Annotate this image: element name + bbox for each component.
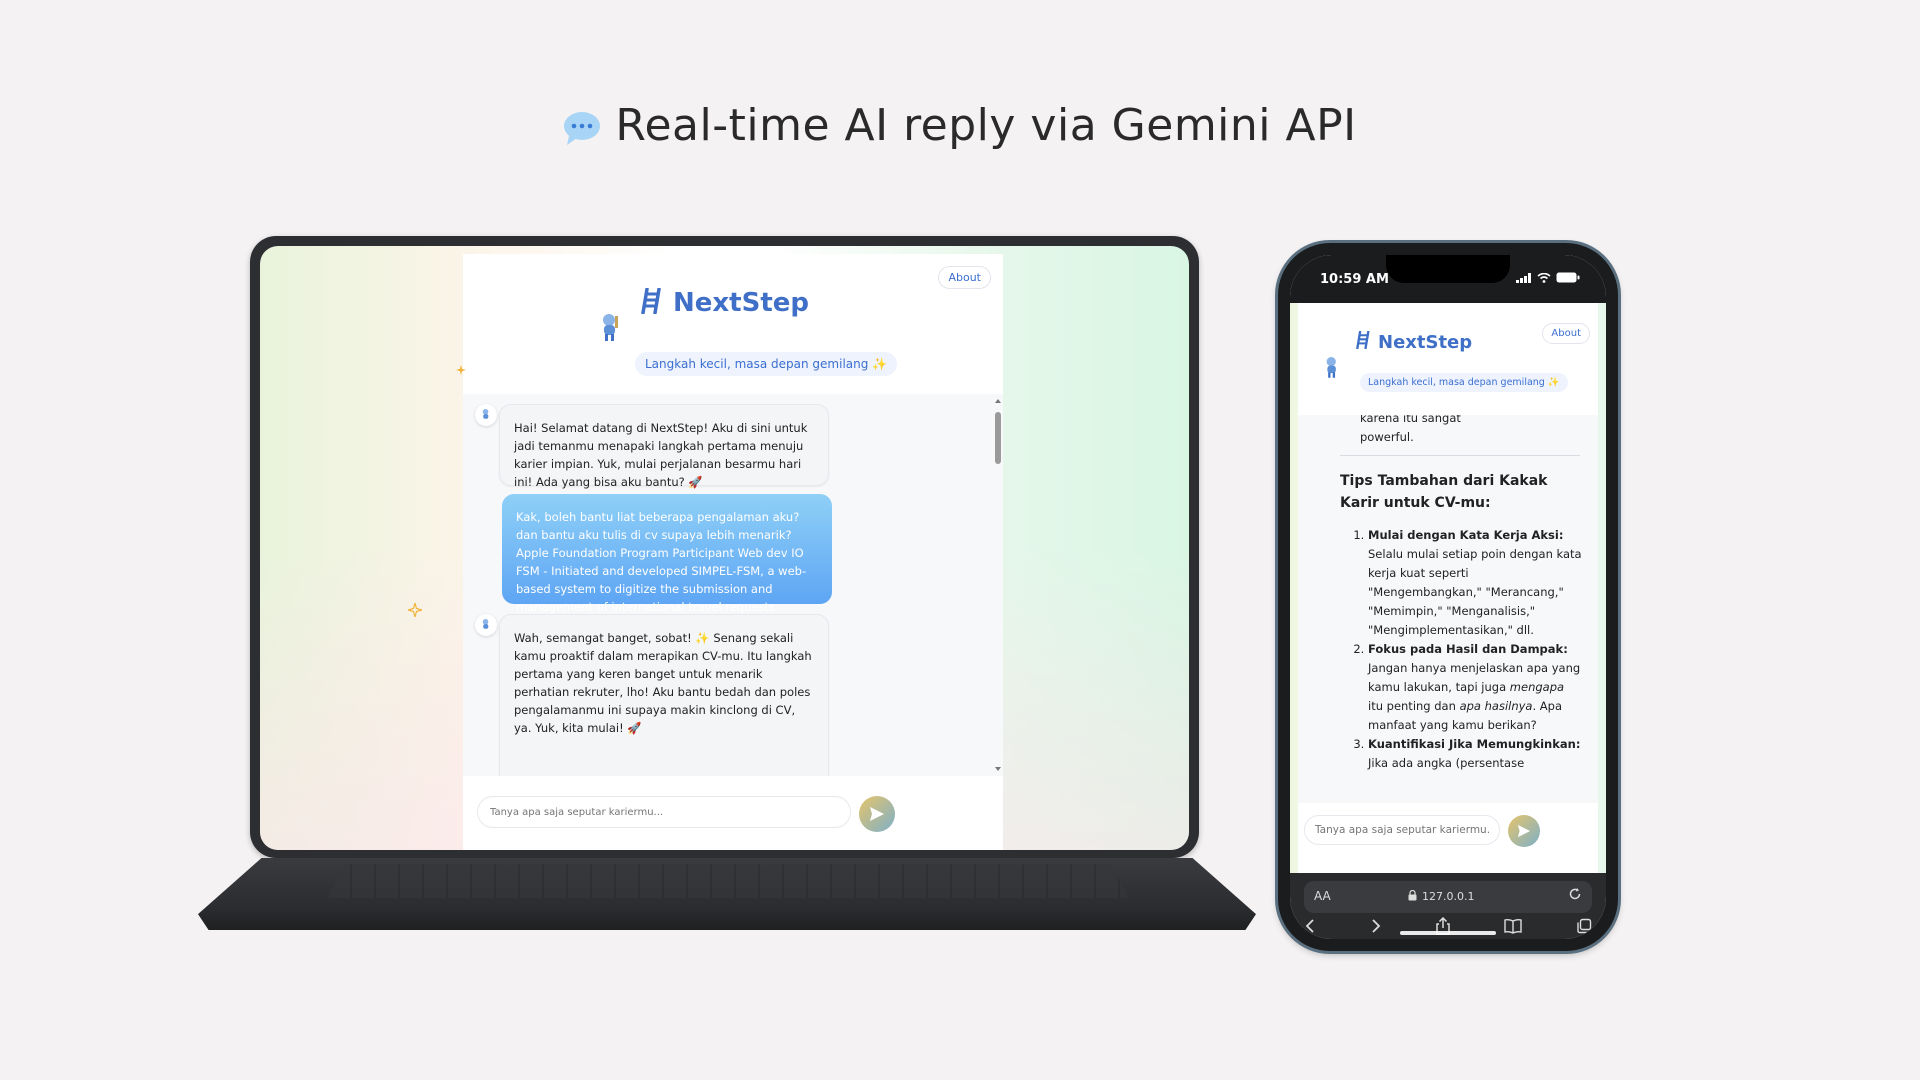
- notch: [1386, 255, 1510, 283]
- laptop-mockup: About NextStep Langkah kecil, masa depan…: [198, 236, 1256, 942]
- tip-title: Fokus pada Hasil dan Dampak:: [1368, 642, 1568, 656]
- ladder-icon: [641, 287, 663, 318]
- chat-app-window: About NextStep Langkah kecil, masa depan…: [463, 254, 1003, 850]
- tip-title: Kuantifikasi Jika Memungkinkan:: [1368, 737, 1581, 751]
- mascot-icon: [597, 312, 623, 346]
- send-button[interactable]: [859, 796, 895, 832]
- status-time: 10:59 AM: [1320, 272, 1389, 287]
- send-button[interactable]: [1508, 815, 1540, 847]
- headline-text: Real-time AI reply via Gemini API: [615, 100, 1357, 151]
- user-message: Kak, boleh bantu liat beberapa pengalama…: [502, 494, 832, 614]
- chat-input[interactable]: [477, 796, 851, 828]
- chat-bubble-icon: [563, 106, 601, 157]
- bot-message: Hai! Selamat datang di NextStep! Aku di …: [499, 404, 829, 489]
- send-icon: [870, 807, 884, 821]
- status-bar: 10:59 AM: [1290, 255, 1606, 303]
- tip-body: Selalu mulai setiap poin dengan kata ker…: [1368, 547, 1582, 637]
- list-item: Fokus pada Hasil dan Dampak: Jangan hany…: [1368, 640, 1582, 735]
- phone-mockup: 10:59 AM About NextStep Langkah kecil, m…: [1278, 243, 1618, 951]
- list-item: Kuantifikasi Jika Memungkinkan: Jika ada…: [1368, 735, 1582, 773]
- url-text: 127.0.0.1: [1422, 890, 1475, 903]
- logo: NextStep: [641, 287, 809, 318]
- mascot-icon: [1322, 355, 1342, 383]
- mobile-app: About NextStep Langkah kecil, masa depan…: [1290, 303, 1606, 873]
- ladder-icon: [1356, 330, 1371, 353]
- url-bar[interactable]: AA 127.0.0.1: [1304, 881, 1592, 913]
- sparkle-icon: [405, 600, 425, 621]
- back-icon[interactable]: [1304, 918, 1316, 938]
- tip-body: itu penting dan: [1368, 699, 1460, 713]
- tip-title: Mulai dengan Kata Kerja Aksi:: [1368, 528, 1564, 542]
- sparkle-icon: [456, 360, 466, 379]
- forward-icon[interactable]: [1370, 918, 1382, 938]
- lock-icon: [1408, 889, 1417, 904]
- reader-settings-button[interactable]: AA: [1314, 889, 1331, 903]
- reload-icon[interactable]: [1568, 887, 1582, 904]
- battery-icon: [1556, 272, 1580, 283]
- bot-message: karena itu sangat powerful. Tips Tambaha…: [1340, 415, 1582, 773]
- mobile-chat-window: About NextStep Langkah kecil, masa depan…: [1298, 303, 1598, 873]
- phone-screen: 10:59 AM About NextStep Langkah kecil, m…: [1290, 255, 1606, 939]
- bookmarks-icon[interactable]: [1504, 918, 1522, 938]
- bot-message: Wah, semangat banget, sobat! ✨ Senang se…: [499, 614, 829, 776]
- chat-input[interactable]: [1304, 815, 1500, 845]
- status-icons: [1516, 272, 1580, 283]
- chat-input-bar: [463, 776, 1003, 850]
- about-button[interactable]: About: [1542, 323, 1590, 344]
- mobile-chat-messages[interactable]: karena itu sangat powerful. Tips Tambaha…: [1298, 415, 1598, 803]
- home-indicator: [1400, 931, 1496, 935]
- laptop-screen: About NextStep Langkah kecil, masa depan…: [260, 246, 1189, 850]
- partial-text: karena itu sangat powerful.: [1360, 415, 1461, 444]
- chat-scrollbar[interactable]: [995, 398, 1001, 772]
- chat-messages[interactable]: Hai! Selamat datang di NextStep! Aku di …: [463, 394, 1003, 776]
- bot-avatar: [475, 404, 497, 426]
- send-icon: [1517, 824, 1531, 838]
- divider: [1340, 455, 1580, 456]
- app-name: NextStep: [1378, 331, 1473, 353]
- about-button[interactable]: About: [938, 266, 991, 289]
- section-heading: Tips Tambahan dari Kakak Karir untuk CV-…: [1340, 473, 1548, 511]
- laptop-lid: About NextStep Langkah kecil, masa depan…: [250, 236, 1199, 858]
- bot-avatar: [475, 614, 497, 636]
- list-item: Mulai dengan Kata Kerja Aksi: Selalu mul…: [1368, 526, 1582, 640]
- tagline-badge: Langkah kecil, masa depan gemilang ✨: [1360, 373, 1568, 392]
- tip-body: Jika ada angka (persentase: [1368, 756, 1525, 770]
- signal-icon: [1516, 272, 1531, 283]
- headline: Real-time AI reply via Gemini API: [0, 100, 1920, 157]
- mobile-app-header: About NextStep Langkah kecil, masa depan…: [1298, 303, 1598, 416]
- browser-chrome: AA 127.0.0.1: [1290, 873, 1606, 939]
- wifi-icon: [1537, 272, 1551, 283]
- tip-emphasis: mengapa: [1509, 680, 1565, 694]
- browser-toolbar: [1304, 916, 1592, 939]
- mobile-input-bar: [1298, 803, 1598, 873]
- logo: NextStep: [1356, 330, 1473, 353]
- app-name: NextStep: [673, 288, 809, 318]
- tips-list: Mulai dengan Kata Kerja Aksi: Selalu mul…: [1340, 526, 1582, 773]
- tip-emphasis: apa hasilnya: [1459, 699, 1533, 713]
- laptop-keyboard: [328, 864, 1128, 898]
- tagline-badge: Langkah kecil, masa depan gemilang ✨: [635, 352, 898, 376]
- tabs-icon[interactable]: [1576, 918, 1592, 938]
- app-header: About NextStep Langkah kecil, masa depan…: [463, 254, 1003, 395]
- scroll-thumb[interactable]: [995, 412, 1001, 464]
- share-icon[interactable]: [1436, 916, 1450, 939]
